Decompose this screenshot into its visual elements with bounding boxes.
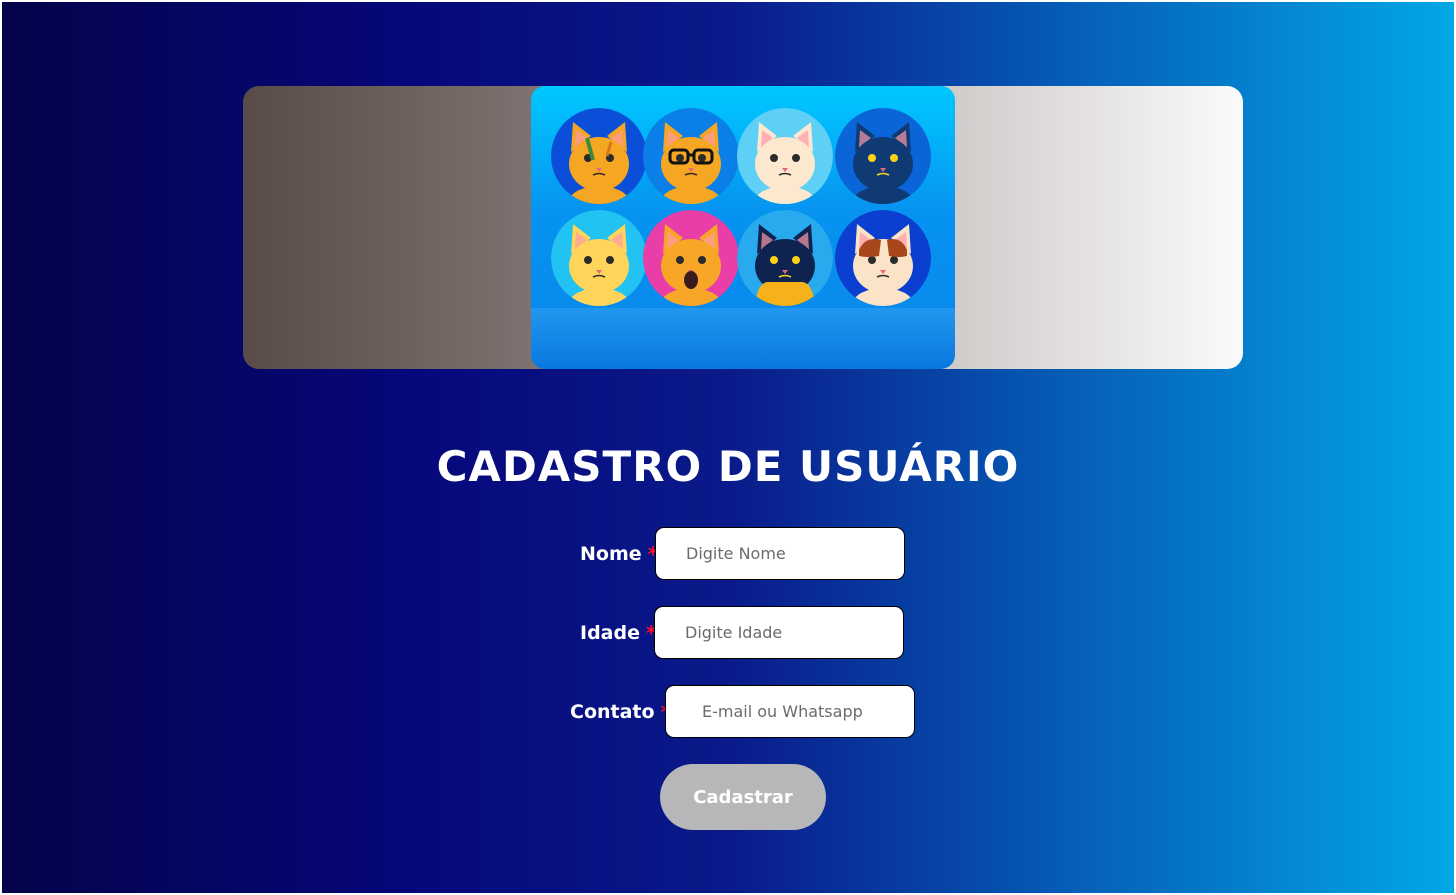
age-input[interactable]	[654, 606, 904, 659]
cat-avatar-icon	[551, 210, 647, 306]
submit-button[interactable]: Cadastrar	[660, 764, 826, 830]
cat-avatar-icon	[737, 210, 833, 306]
cat-avatar-icon	[737, 108, 833, 204]
image-reflection	[531, 308, 955, 369]
contact-input[interactable]	[665, 685, 915, 738]
page-title: CADASTRO DE USUÁRIO	[436, 442, 1020, 491]
cat-avatar-icon	[835, 108, 931, 204]
name-input[interactable]	[655, 527, 905, 580]
cat-avatar-icon	[643, 210, 739, 306]
age-label: Idade	[580, 622, 640, 644]
cat-avatar-icon	[551, 108, 647, 204]
cat-avatar-icon	[643, 108, 739, 204]
cat-avatars-image	[531, 86, 955, 369]
contact-label: Contato	[570, 701, 655, 723]
age-row: Idade *	[580, 606, 656, 660]
banner	[243, 86, 1243, 369]
cat-avatar-icon	[835, 210, 931, 306]
contact-row: Contato *	[570, 685, 671, 739]
name-row: Nome *	[580, 527, 658, 581]
name-label: Nome	[580, 543, 642, 565]
